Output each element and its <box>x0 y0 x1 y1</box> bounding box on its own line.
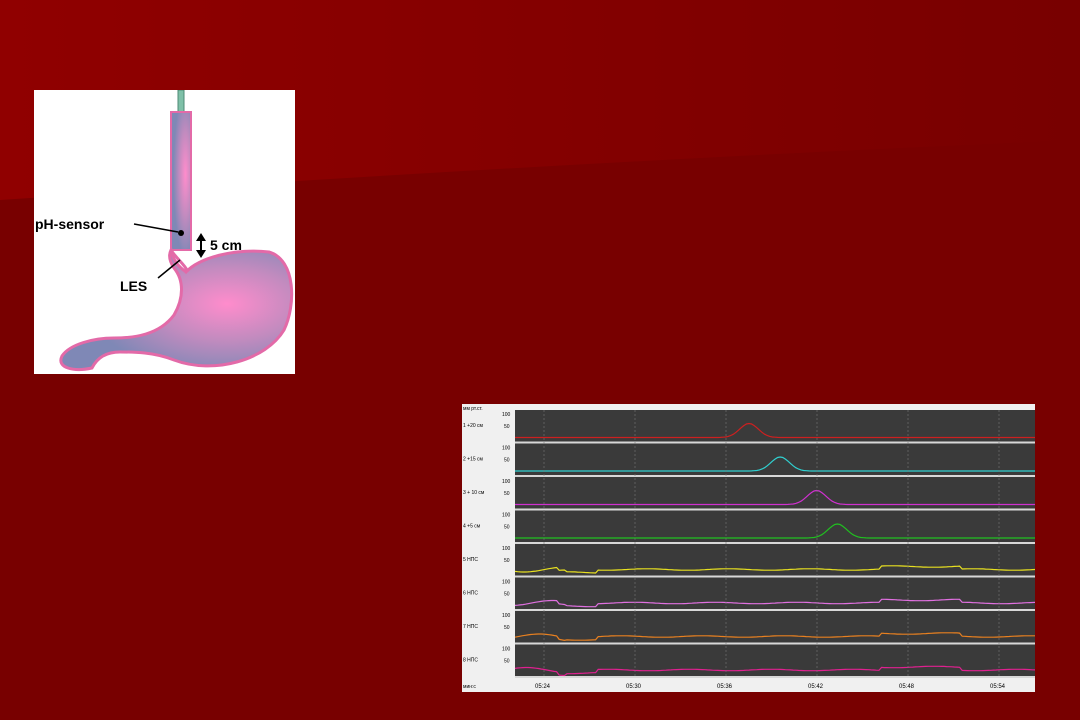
ph-sensor-label: pH-sensor <box>35 216 105 232</box>
esophagus <box>170 111 192 251</box>
distance-arrow <box>196 233 206 258</box>
ph-sensor-dot <box>178 230 184 236</box>
time-unit-label: мин:с <box>463 684 476 690</box>
channel-label: 2 +15 см <box>463 457 484 463</box>
scale-label-100: 100 <box>502 647 511 653</box>
scale-label-100: 100 <box>502 613 511 619</box>
time-tick-label: 05:36 <box>717 684 733 690</box>
channel-label: 4 +5 см <box>463 524 481 530</box>
time-tick-label: 05:42 <box>808 684 824 690</box>
scale-label-50: 50 <box>504 525 510 531</box>
scale-label-100: 100 <box>502 580 511 586</box>
channel-label: 1 +20 см <box>463 423 484 429</box>
channel-label: 5 НПС <box>463 557 478 563</box>
time-tick-label: 05:54 <box>990 684 1006 690</box>
les-label: LES <box>120 278 147 294</box>
time-tick-label: 05:24 <box>535 684 551 690</box>
manometry-panel: мм рт.ст. мин:с 100 50 1 +20 см 100 50 2 +15 … <box>462 404 1036 692</box>
channel-label: 7 НПС <box>463 624 478 630</box>
channel-label: 8 НПС <box>463 658 478 664</box>
stomach <box>59 245 294 371</box>
time-tick-label: 05:30 <box>626 684 642 690</box>
distance-label: 5 cm <box>210 237 242 253</box>
time-tick-label: 05:48 <box>899 684 915 690</box>
scale-label-50: 50 <box>504 659 510 665</box>
scale-label-50: 50 <box>504 491 510 497</box>
channel-label: 3 + 10 см <box>463 490 485 496</box>
scale-label-50: 50 <box>504 625 510 631</box>
scale-label-100: 100 <box>502 446 511 452</box>
channel-label: 6 НПС <box>463 591 478 597</box>
scale-label-100: 100 <box>502 513 511 519</box>
scale-label-100: 100 <box>502 546 511 552</box>
manometry-chart: мм рт.ст. мин:с 100 50 1 +20 см 100 50 2 +15 … <box>462 404 1036 692</box>
unit-label: мм рт.ст. <box>463 406 483 412</box>
scale-label-50: 50 <box>504 458 510 464</box>
stomach-diagram: pH-sensor 5 cm LES <box>35 89 294 371</box>
scale-label-100: 100 <box>502 412 511 418</box>
stomach-diagram-panel: pH-sensor 5 cm LES <box>34 89 295 374</box>
scale-label-50: 50 <box>504 558 510 564</box>
scale-label-50: 50 <box>504 592 510 598</box>
scale-label-50: 50 <box>504 424 510 430</box>
scale-label-100: 100 <box>502 479 511 485</box>
